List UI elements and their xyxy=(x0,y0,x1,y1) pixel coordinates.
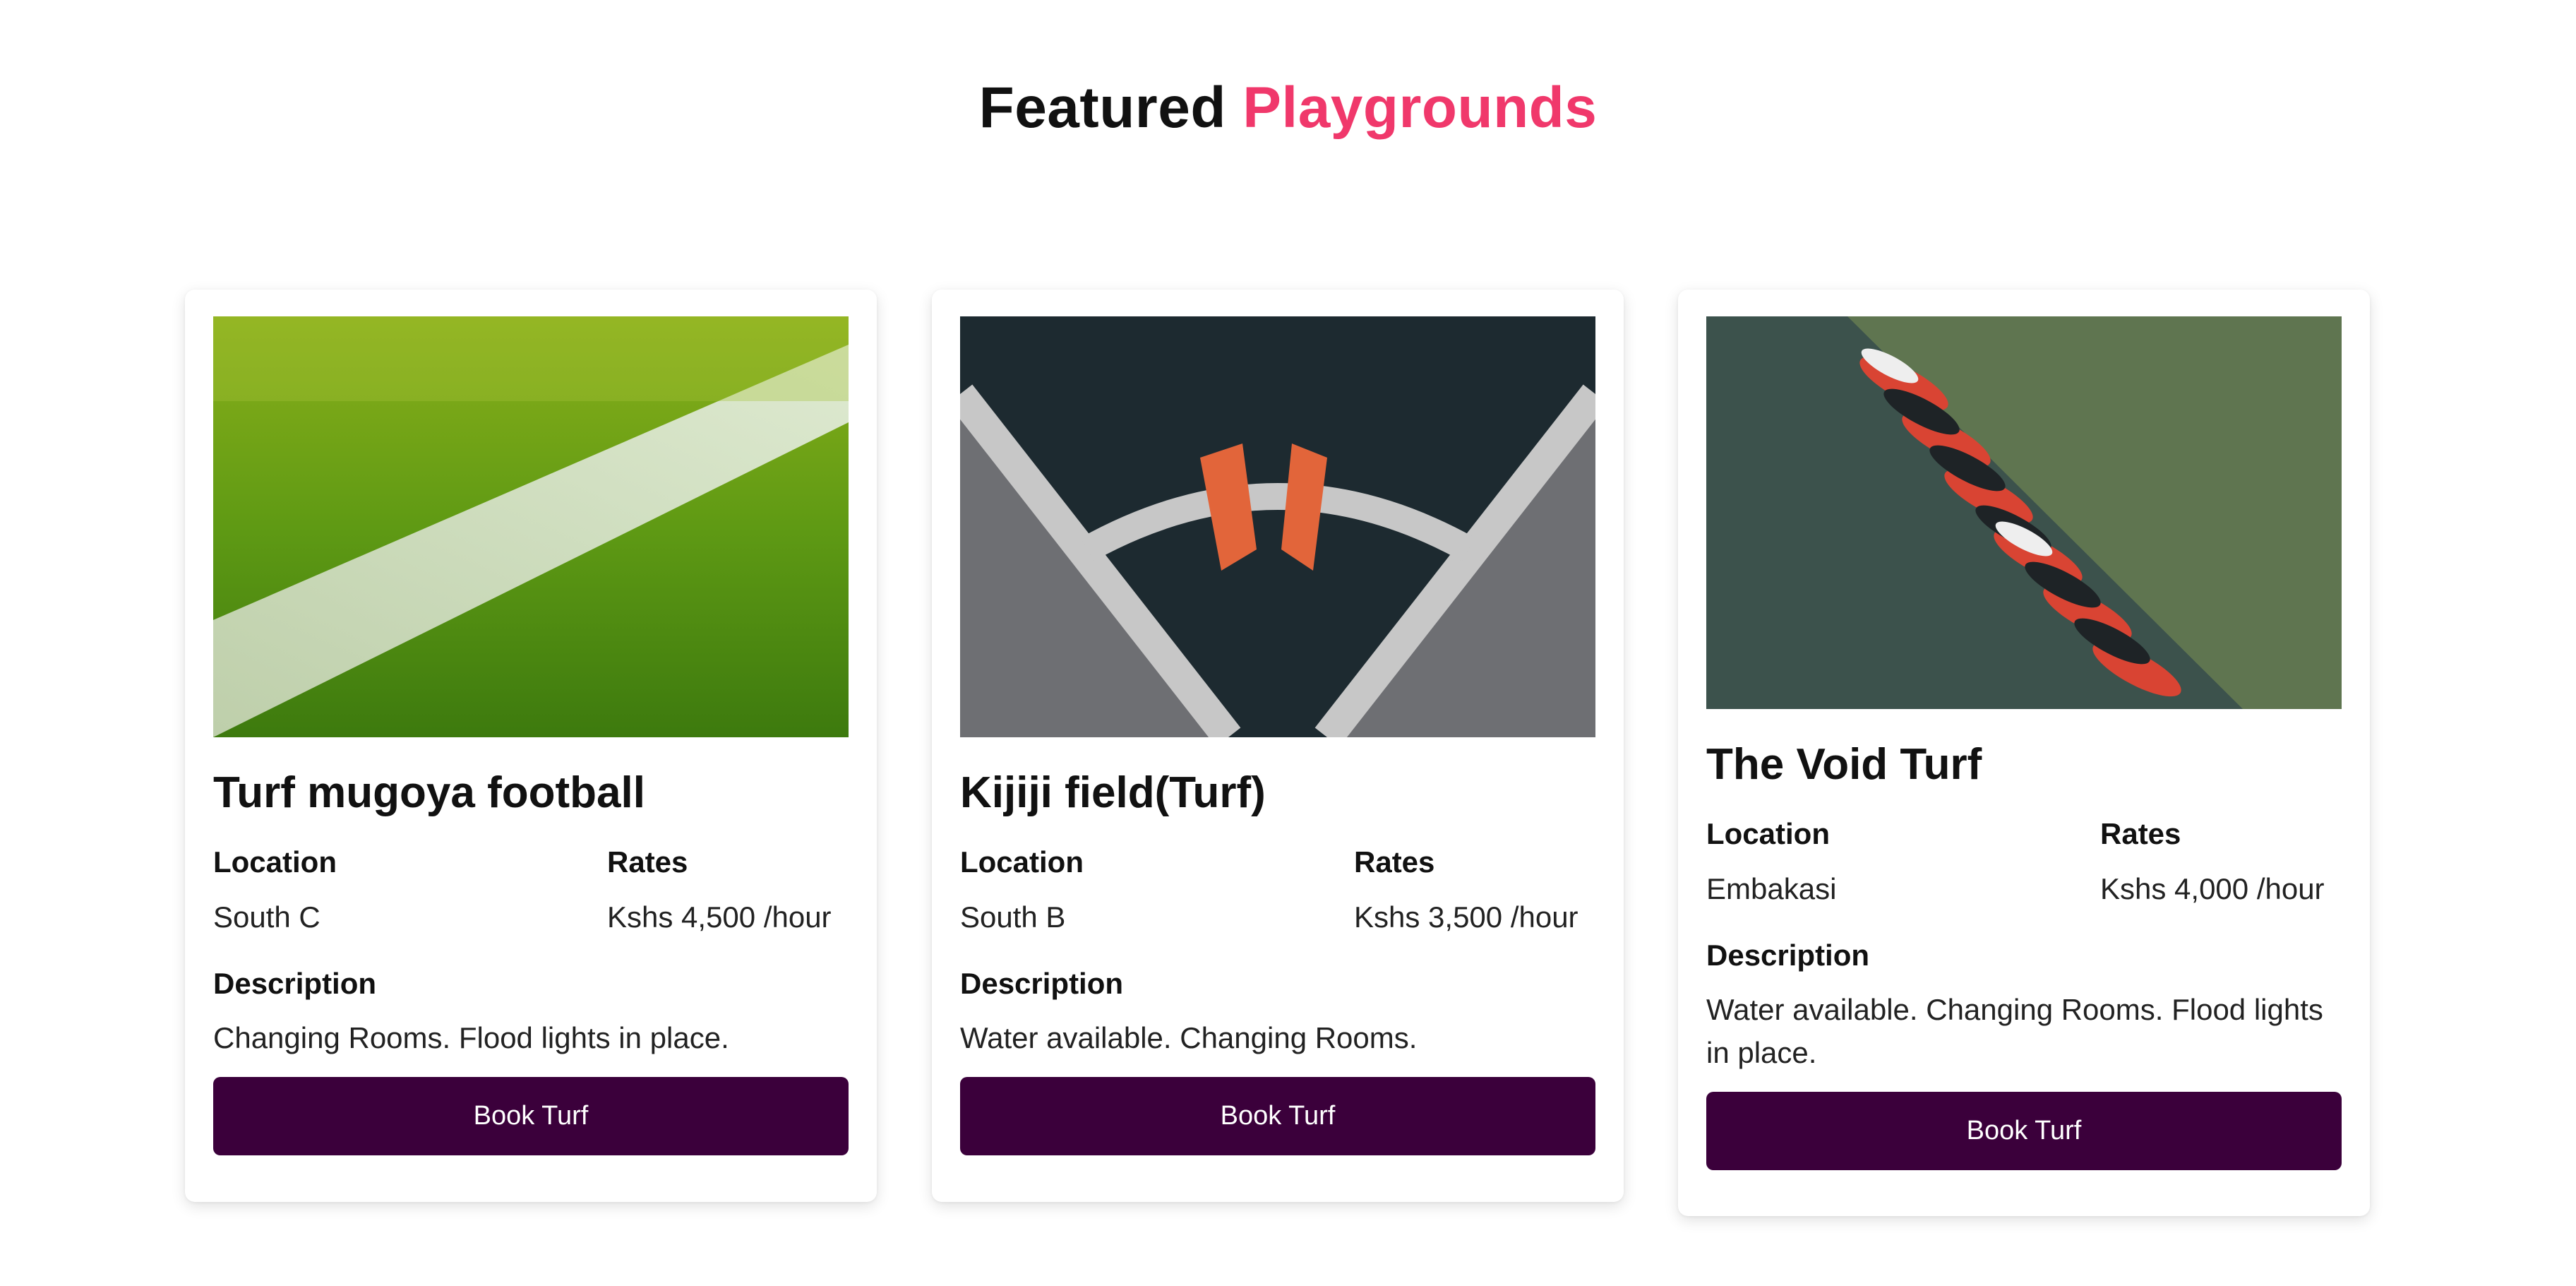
playground-title: Kijiji field(Turf) xyxy=(960,768,1266,817)
location-label: Location xyxy=(960,845,1084,879)
rates-label: Rates xyxy=(1354,845,1435,879)
description-label: Description xyxy=(213,966,377,1000)
playground-image xyxy=(960,316,1595,737)
rates-column: Rates Kshs 3,500 /hour xyxy=(1354,843,1595,964)
location-label: Location xyxy=(1706,817,1830,851)
book-turf-button[interactable]: Book Turf xyxy=(213,1077,849,1156)
description-value: Changing Rooms. Flood lights in place. xyxy=(213,1021,729,1055)
section-title-primary: Featured xyxy=(978,76,1226,140)
info-grid: Location South B Rates Kshs 3,500 /hour xyxy=(960,843,1595,964)
section-title: Featured Playgrounds xyxy=(0,71,2576,146)
rate-value: Kshs 3,500 /hour xyxy=(1354,900,1578,934)
description-value: Water available. Changing Rooms. Flood l… xyxy=(1706,993,2323,1070)
playground-title: The Void Turf xyxy=(1706,740,1982,789)
rates-label: Rates xyxy=(607,845,688,879)
playground-image xyxy=(1706,316,2342,709)
book-turf-button[interactable]: Book Turf xyxy=(1706,1092,2342,1171)
rates-column: Rates Kshs 4,500 /hour xyxy=(607,843,849,964)
playground-card: The Void Turf Location Embakasi Rates Ks… xyxy=(1678,290,2370,1216)
location-column: Location South B xyxy=(960,843,1278,964)
description-label: Description xyxy=(1706,938,1870,972)
location-value: Embakasi xyxy=(1706,871,1837,905)
book-turf-button[interactable]: Book Turf xyxy=(960,1077,1595,1156)
description-value: Water available. Changing Rooms. xyxy=(960,1021,1418,1055)
info-grid: Location South C Rates Kshs 4,500 /hour xyxy=(213,843,849,964)
location-label: Location xyxy=(213,845,337,879)
playground-title: Turf mugoya football xyxy=(213,768,645,817)
info-grid: Location Embakasi Rates Kshs 4,000 /hour xyxy=(1706,815,2342,936)
rates-column: Rates Kshs 4,000 /hour xyxy=(2100,815,2342,936)
playground-card: Turf mugoya football Location South C Ra… xyxy=(185,290,877,1202)
location-column: Location South C xyxy=(213,843,531,964)
location-value: South B xyxy=(960,900,1066,934)
location-value: South C xyxy=(213,900,320,934)
playground-image xyxy=(213,316,849,737)
description-label: Description xyxy=(960,966,1124,1000)
rates-label: Rates xyxy=(2100,817,2181,851)
rate-value: Kshs 4,000 /hour xyxy=(2100,871,2325,905)
section-title-accent: Playgrounds xyxy=(1242,76,1598,140)
playground-card: Kijiji field(Turf) Location South B Rate… xyxy=(932,290,1624,1202)
featured-playgrounds-section: Featured Playgrounds Turf mugoya footbal… xyxy=(0,0,2576,1286)
location-column: Location Embakasi xyxy=(1706,815,2024,936)
rate-value: Kshs 4,500 /hour xyxy=(607,900,832,934)
